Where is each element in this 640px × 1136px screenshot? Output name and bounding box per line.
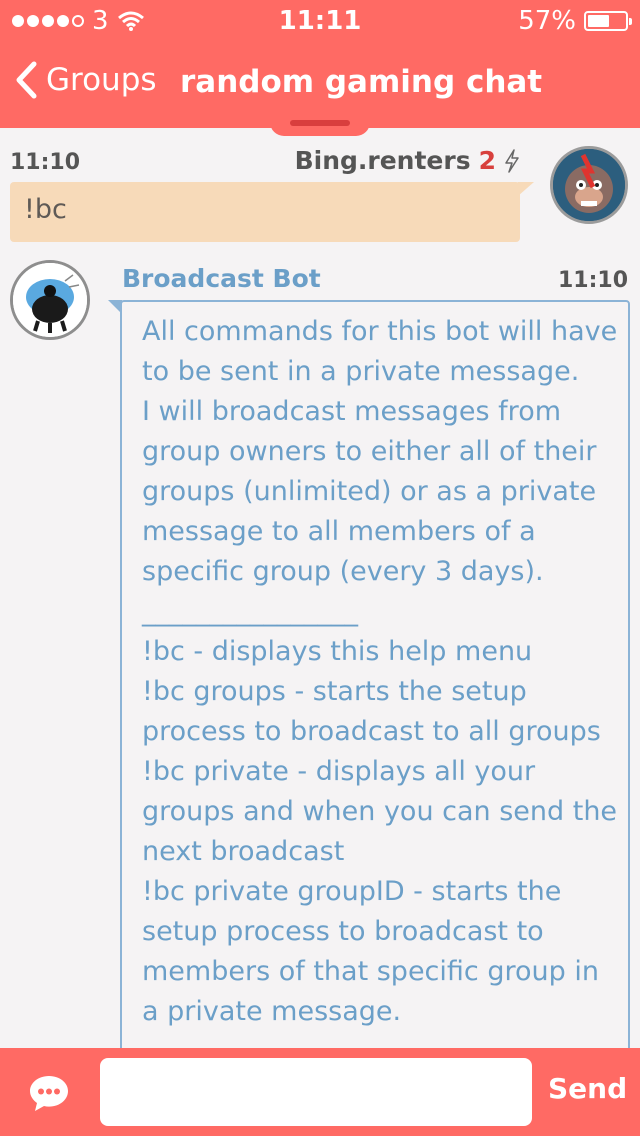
bot-avatar-icon — [13, 263, 87, 337]
avatar[interactable] — [10, 260, 90, 340]
lightning-icon — [505, 148, 519, 173]
page-title: random gaming chat — [180, 64, 543, 100]
avatar[interactable] — [550, 146, 628, 224]
back-label: Groups — [46, 62, 157, 98]
message-sender[interactable]: Bing.renters 2 — [295, 146, 520, 175]
battery-icon — [584, 11, 632, 31]
monkey-avatar-icon — [553, 149, 625, 221]
sender-badge-count: 2 — [478, 146, 496, 175]
battery-percent: 57% — [518, 6, 576, 36]
bubble-tail — [518, 182, 534, 196]
battery-info: 57% — [518, 6, 632, 36]
app-header: 3 11:11 57% Groups random gaming chat — [0, 0, 640, 128]
chevron-left-icon — [16, 61, 37, 99]
back-button[interactable]: Groups — [14, 60, 157, 100]
message-composer: Send — [0, 1048, 640, 1136]
sender-name: Bing.renters — [294, 146, 471, 175]
drag-handle-icon — [290, 120, 350, 126]
chat-bubble-icon — [30, 1076, 68, 1111]
send-button[interactable]: Send — [548, 1072, 627, 1105]
chat-area[interactable]: 11:10 Bing.renters 2 !bc Broadcast Bot 1… — [0, 128, 640, 1048]
message-sender[interactable]: Broadcast Bot — [122, 264, 321, 293]
bot-message-bubble[interactable]: All commands for this bot will have to b… — [120, 300, 630, 1048]
message-input[interactable] — [100, 1058, 532, 1126]
chat-options-button[interactable] — [26, 1070, 72, 1116]
message-timestamp: 11:10 — [557, 268, 628, 293]
own-message-bubble[interactable]: !bc — [10, 182, 520, 242]
status-bar: 3 11:11 57% — [0, 0, 640, 40]
navigation-bar: Groups random gaming chat — [0, 52, 640, 116]
bot-message-text: All commands for this bot will have to b… — [142, 316, 618, 1027]
message-timestamp: 11:10 — [10, 150, 81, 175]
